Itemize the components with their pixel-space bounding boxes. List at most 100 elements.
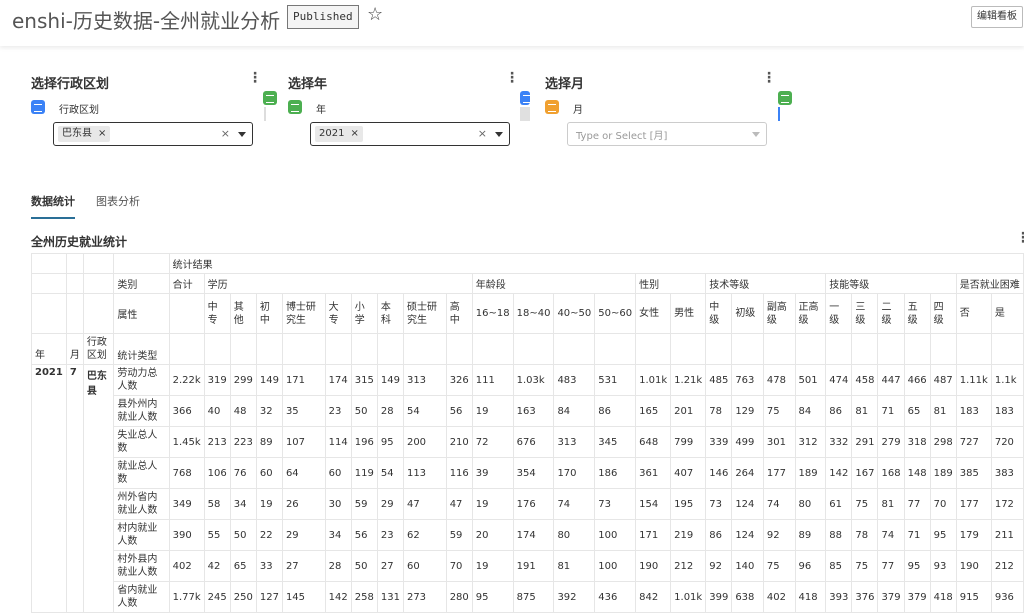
value-cell: 154 bbox=[635, 488, 672, 520]
selected-chip: 2021 × bbox=[315, 126, 363, 142]
value-cell: 478 bbox=[762, 364, 796, 396]
filter-menu-icon[interactable]: ⋮ bbox=[762, 70, 776, 86]
filter-menu-icon[interactable]: ⋮ bbox=[505, 70, 519, 86]
value-cell: 55 bbox=[203, 519, 231, 551]
subgroup-header: 中级 bbox=[705, 293, 733, 334]
value-cell: 50 bbox=[229, 519, 257, 551]
value-cell: 73 bbox=[594, 488, 637, 520]
filter-title: 选择行政区划 bbox=[31, 77, 110, 92]
favorite-star-icon[interactable]: ☆ bbox=[367, 4, 383, 25]
header-spacer bbox=[670, 333, 707, 365]
remove-chip-icon[interactable]: × bbox=[98, 128, 106, 139]
filter-side-icon[interactable] bbox=[263, 91, 277, 105]
value-cell: 71 bbox=[903, 519, 931, 551]
filter-month: 选择月 ⋮ 月 Type or Select [月] bbox=[545, 70, 785, 150]
value-cell: 487 bbox=[929, 364, 957, 396]
value-cell: 29 bbox=[376, 488, 404, 520]
value-cell: 22 bbox=[255, 519, 283, 551]
filter-title: 选择月 bbox=[545, 77, 585, 92]
value-cell: 402 bbox=[168, 550, 205, 582]
value-cell: 47 bbox=[445, 488, 473, 520]
value-cell: 84 bbox=[794, 395, 827, 427]
filter-side-icon[interactable] bbox=[520, 91, 531, 105]
value-cell: 42 bbox=[203, 550, 231, 582]
value-cell: 29 bbox=[281, 519, 326, 551]
value-cell: 171 bbox=[281, 364, 326, 396]
filter-label: 行政区划 bbox=[59, 105, 99, 116]
filter-icon bbox=[31, 100, 45, 114]
value-cell: 47 bbox=[402, 488, 447, 520]
value-cell: 366 bbox=[168, 395, 205, 427]
chip-label: 巴东县 bbox=[62, 128, 92, 139]
value-cell: 54 bbox=[376, 457, 404, 489]
value-cell: 95 bbox=[903, 550, 931, 582]
clear-icon[interactable]: × bbox=[221, 127, 230, 140]
value-cell: 349 bbox=[168, 488, 205, 520]
remove-chip-icon[interactable]: × bbox=[350, 128, 358, 139]
filter-side-bar bbox=[778, 107, 780, 121]
value-cell: 167 bbox=[851, 457, 879, 489]
subgroup-header: 18~40 bbox=[512, 293, 555, 334]
value-cell: 1.1k bbox=[990, 364, 1024, 396]
value-cell: 149 bbox=[255, 364, 283, 396]
subgroup-header: 硕士研究生 bbox=[402, 293, 447, 334]
value-cell: 915 bbox=[955, 581, 992, 613]
clear-icon[interactable]: × bbox=[478, 127, 487, 140]
value-cell: 418 bbox=[929, 581, 957, 613]
chevron-down-icon[interactable] bbox=[752, 132, 760, 137]
value-cell: 183 bbox=[955, 395, 992, 427]
tab-chart-analysis[interactable]: 图表分析 bbox=[96, 193, 140, 217]
value-cell: 326 bbox=[445, 364, 473, 396]
group-header: 学历 bbox=[203, 273, 473, 294]
value-cell: 70 bbox=[445, 550, 473, 582]
value-cell: 383 bbox=[990, 457, 1024, 489]
select-placeholder: Type or Select [月] bbox=[576, 131, 668, 142]
value-cell: 81 bbox=[851, 395, 879, 427]
value-cell: 436 bbox=[594, 581, 637, 613]
filter-menu-icon[interactable]: ⋮ bbox=[248, 70, 262, 86]
value-cell: 50 bbox=[350, 395, 378, 427]
subgroup-header: 副高级 bbox=[762, 293, 796, 334]
value-cell: 95 bbox=[929, 519, 957, 551]
value-cell: 20 bbox=[471, 519, 514, 551]
value-cell: 339 bbox=[705, 426, 733, 458]
subgroup-header: 男性 bbox=[670, 293, 707, 334]
row-label: 县外州内就业人数 bbox=[113, 395, 170, 427]
category-header: 类别 bbox=[113, 273, 170, 294]
edit-dashboard-button[interactable]: 编辑看板 bbox=[971, 6, 1023, 28]
value-cell: 35 bbox=[281, 395, 326, 427]
filter-side-bar bbox=[520, 107, 530, 121]
value-cell: 936 bbox=[990, 581, 1024, 613]
value-cell: 86 bbox=[594, 395, 637, 427]
value-cell: 96 bbox=[794, 550, 827, 582]
value-cell: 81 bbox=[877, 488, 905, 520]
month-select[interactable]: Type or Select [月] bbox=[567, 122, 767, 146]
value-cell: 149 bbox=[376, 364, 404, 396]
filter-side-icon[interactable] bbox=[778, 91, 792, 105]
table-title: 全州历史就业统计 bbox=[31, 235, 128, 249]
value-cell: 23 bbox=[324, 395, 352, 427]
table-menu-icon[interactable]: ⋮ bbox=[1016, 230, 1024, 246]
value-cell: 124 bbox=[731, 519, 764, 551]
chevron-down-icon[interactable] bbox=[238, 132, 246, 137]
value-cell: 376 bbox=[851, 581, 879, 613]
subgroup-header: 博士研究生 bbox=[281, 293, 326, 334]
dimension-cell: 7 bbox=[65, 364, 84, 613]
value-cell: 129 bbox=[731, 395, 764, 427]
tab-data-stats[interactable]: 数据统计 bbox=[31, 193, 75, 219]
subgroup-header: 初中 bbox=[255, 293, 283, 334]
region-select[interactable]: 巴东县 × × bbox=[53, 122, 253, 146]
value-cell: 70 bbox=[929, 488, 957, 520]
subgroup-header: 大专 bbox=[324, 293, 352, 334]
value-cell: 48 bbox=[229, 395, 257, 427]
value-cell: 171 bbox=[635, 519, 672, 551]
chevron-down-icon[interactable] bbox=[495, 132, 503, 137]
subgroup-header: 五级 bbox=[903, 293, 931, 334]
value-cell: 131 bbox=[376, 581, 404, 613]
table-row: 州外省内就业人数 349 58 34 19 26 30 59 29 47 47 19 176 74 73 15… bbox=[32, 488, 1024, 520]
value-cell: 140 bbox=[731, 550, 764, 582]
table-row: 就业总人数 768 106 76 60 64 60 119 54 113 116 39 354 170 18… bbox=[32, 457, 1024, 489]
year-select[interactable]: 2021 × × bbox=[310, 122, 510, 146]
header-spacer bbox=[635, 333, 672, 365]
group-header: 合计 bbox=[168, 273, 205, 294]
